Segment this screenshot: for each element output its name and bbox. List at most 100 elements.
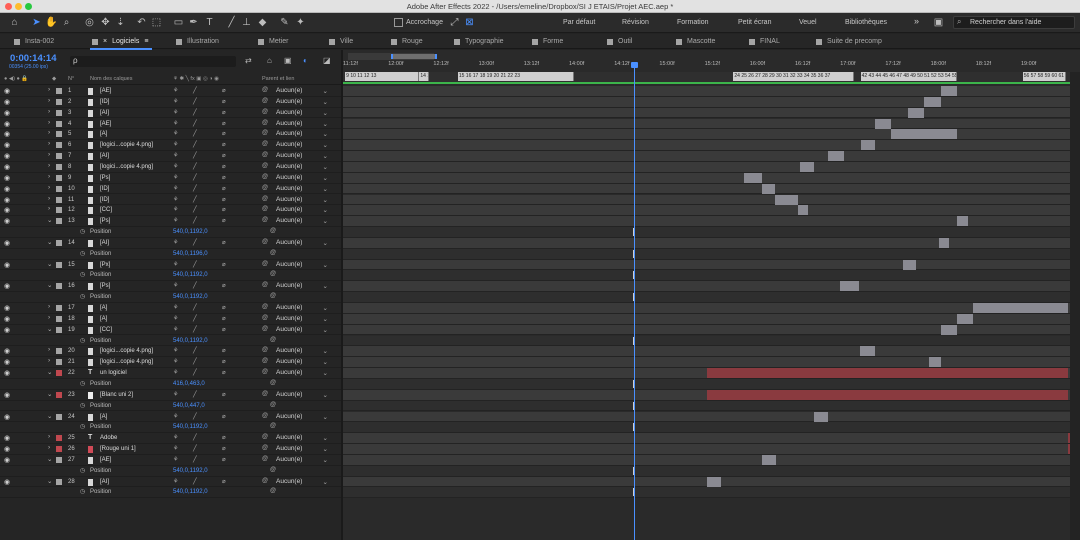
roto-icon[interactable]: ✎ bbox=[278, 16, 291, 29]
shy-switch-icon[interactable]: ⚘ bbox=[173, 120, 178, 127]
3d-layer-icon[interactable]: ⌀ bbox=[222, 152, 226, 159]
3d-layer-icon[interactable]: ⌀ bbox=[222, 185, 226, 192]
layer-duration-bar[interactable] bbox=[891, 129, 957, 140]
layer-row[interactable]: ◉ ⌄ 22 Tun logiciel ⚘ ╱ ⌀ @ Aucun(e) ⌄ bbox=[0, 368, 341, 379]
expression-pickwhip-icon[interactable]: @ bbox=[270, 337, 276, 343]
expand-chevron-icon[interactable]: › bbox=[48, 119, 50, 126]
stopwatch-icon[interactable]: ◷ bbox=[80, 423, 85, 430]
layer-row[interactable]: ◉ ⌄ 24 [A] ⚘ ╱ ⌀ @ Aucun(e) ⌄ bbox=[0, 412, 341, 423]
shy-switch-icon[interactable]: ⚘ bbox=[173, 413, 178, 420]
layer-label-color[interactable] bbox=[56, 174, 62, 181]
visibility-eye-icon[interactable]: ◉ bbox=[4, 326, 10, 334]
pickwhip-icon[interactable]: @ bbox=[262, 445, 268, 451]
parent-dropdown[interactable]: Aucun(e) ⌄ bbox=[276, 315, 328, 324]
layer-row[interactable]: ◉ › 12 [CC] ⚘ ╱ ⌀ @ Aucun(e) ⌄ bbox=[0, 205, 341, 217]
hand-icon[interactable]: ✋ bbox=[45, 16, 58, 29]
layer-label-color[interactable] bbox=[56, 359, 62, 366]
expand-chevron-icon[interactable]: › bbox=[48, 346, 50, 353]
pickwhip-icon[interactable]: @ bbox=[262, 185, 268, 191]
shy-switch-icon[interactable]: ⚘ bbox=[173, 185, 178, 192]
quality-switch-icon[interactable]: ╱ bbox=[193, 358, 197, 365]
quality-switch-icon[interactable]: ╱ bbox=[193, 282, 197, 289]
pickwhip-icon[interactable]: @ bbox=[262, 347, 268, 353]
stopwatch-icon[interactable]: ◷ bbox=[80, 228, 85, 235]
layer-duration-bar[interactable] bbox=[928, 357, 941, 368]
layer-label-color[interactable] bbox=[56, 109, 62, 116]
time-navigator-handle[interactable] bbox=[391, 54, 437, 59]
quality-switch-icon[interactable]: ╱ bbox=[193, 304, 197, 311]
property-value[interactable]: 540,0,1192,0 bbox=[173, 489, 208, 495]
visibility-eye-icon[interactable]: ◉ bbox=[4, 109, 10, 117]
shy-switch-icon[interactable]: ⚘ bbox=[173, 282, 178, 289]
workspace-default[interactable]: Par défaut bbox=[563, 19, 595, 26]
layer-label-color[interactable] bbox=[56, 185, 62, 192]
layer-row[interactable]: ◉ ⌄ 28 [AI] ⚘ ╱ ⌀ @ Aucun(e) ⌄ bbox=[0, 477, 341, 488]
layer-row[interactable]: ◉ ⌄ 27 [AE] ⚘ ╱ ⌀ @ Aucun(e) ⌄ bbox=[0, 455, 341, 466]
stopwatch-icon[interactable]: ◷ bbox=[80, 271, 85, 278]
layer-row[interactable]: ◉ › 21 [logici...copie 4.png] ⚘ ╱ ⌀ @ Aucun(e) ⌄ bbox=[0, 357, 341, 369]
quality-switch-icon[interactable]: ╱ bbox=[193, 445, 197, 452]
layer-row[interactable]: ◉ › 1 [AE] ⚘ ╱ ⌀ @ Aucun(e) ⌄ bbox=[0, 86, 341, 97]
snap-option-icon[interactable]: ⤢ bbox=[448, 16, 461, 29]
quality-switch-icon[interactable]: ╱ bbox=[193, 239, 197, 246]
3d-layer-icon[interactable]: ⌀ bbox=[222, 304, 226, 311]
brush-icon[interactable]: ╱ bbox=[225, 16, 238, 29]
3d-layer-icon[interactable]: ⌀ bbox=[222, 326, 226, 333]
pickwhip-icon[interactable]: @ bbox=[262, 413, 268, 419]
collapse-chevron-icon[interactable]: ⌄ bbox=[47, 216, 52, 224]
layer-row[interactable]: ◉ ⌄ 13 [Ps] ⚘ ╱ ⌀ @ Aucun(e) ⌄ bbox=[0, 216, 341, 227]
layer-name[interactable]: [ID] bbox=[100, 197, 109, 203]
layer-label-color[interactable] bbox=[56, 153, 62, 160]
collapse-chevron-icon[interactable]: ⌄ bbox=[47, 412, 52, 420]
collapse-chevron-icon[interactable]: ⌄ bbox=[47, 390, 52, 398]
layer-row[interactable]: ◉ › 4 [AE] ⚘ ╱ ⌀ @ Aucun(e) ⌄ bbox=[0, 119, 341, 130]
shy-switch-icon[interactable]: ⚘ bbox=[173, 217, 178, 224]
quality-switch-icon[interactable]: ╱ bbox=[193, 413, 197, 420]
parent-dropdown[interactable]: Aucun(e) ⌄ bbox=[276, 391, 328, 400]
quality-switch-icon[interactable]: ╱ bbox=[193, 315, 197, 322]
collapse-chevron-icon[interactable]: ⌄ bbox=[47, 455, 52, 463]
collapse-chevron-icon[interactable]: ⌄ bbox=[47, 238, 52, 246]
layer-duration-bar[interactable] bbox=[940, 324, 957, 335]
layer-label-color[interactable] bbox=[56, 218, 62, 225]
layer-label-color[interactable] bbox=[56, 446, 62, 453]
property-row[interactable]: ◷ Position 540,0,447,0 @ bbox=[0, 401, 341, 412]
parent-dropdown[interactable]: Aucun(e) ⌄ bbox=[276, 163, 328, 172]
parent-dropdown[interactable]: Aucun(e) ⌄ bbox=[276, 347, 328, 356]
work-area-bar[interactable] bbox=[343, 82, 1070, 84]
layer-row[interactable]: ◉ › 6 [logici...copie 4.png] ⚘ ╱ ⌀ @ Aucun(e) ⌄ bbox=[0, 140, 341, 152]
layer-label-color[interactable] bbox=[56, 239, 62, 246]
layer-name[interactable]: [logici...copie 4.png] bbox=[100, 142, 153, 148]
layer-label-color[interactable] bbox=[56, 207, 62, 214]
layer-name[interactable]: [Ps] bbox=[100, 283, 110, 289]
property-row[interactable]: ◷ Position 540,0,1192,0 @ bbox=[0, 270, 341, 282]
expand-chevron-icon[interactable]: › bbox=[48, 205, 50, 212]
expand-chevron-icon[interactable]: › bbox=[48, 357, 50, 364]
collapse-chevron-icon[interactable]: ⌄ bbox=[47, 368, 52, 376]
visibility-eye-icon[interactable]: ◉ bbox=[4, 98, 10, 106]
layer-row[interactable]: ◉ ⌄ 15 [Px] ⚘ ╱ ⌀ @ Aucun(e) ⌄ bbox=[0, 260, 341, 271]
parent-dropdown[interactable]: Aucun(e) ⌄ bbox=[276, 109, 328, 118]
shy-switch-icon[interactable]: ⚘ bbox=[173, 391, 178, 398]
parent-dropdown[interactable]: Aucun(e) ⌄ bbox=[276, 141, 328, 150]
layer-label-color[interactable] bbox=[56, 456, 62, 463]
3d-layer-icon[interactable]: ⌀ bbox=[222, 261, 226, 268]
pickwhip-icon[interactable]: @ bbox=[262, 87, 268, 93]
layer-row[interactable]: ◉ › 17 [A] ⚘ ╱ ⌀ @ Aucun(e) ⌄ bbox=[0, 303, 341, 314]
current-time[interactable]: 0:00:14:14 bbox=[10, 53, 56, 64]
shy-switch-icon[interactable]: ⚘ bbox=[173, 456, 178, 463]
layer-name[interactable]: [CC] bbox=[100, 207, 112, 213]
quality-switch-icon[interactable]: ╱ bbox=[193, 185, 197, 192]
3d-layer-icon[interactable]: ⌀ bbox=[222, 391, 226, 398]
visibility-eye-icon[interactable]: ◉ bbox=[4, 163, 10, 171]
layer-label-color[interactable] bbox=[56, 305, 62, 311]
visibility-eye-icon[interactable]: ◉ bbox=[4, 347, 10, 355]
layer-label-color[interactable] bbox=[56, 283, 62, 290]
quality-switch-icon[interactable]: ╱ bbox=[193, 369, 197, 376]
quality-switch-icon[interactable]: ╱ bbox=[193, 98, 197, 105]
layer-name[interactable]: [ID] bbox=[100, 99, 109, 105]
parent-dropdown[interactable]: Aucun(e) ⌄ bbox=[276, 358, 328, 367]
layer-name[interactable]: [logici...copie 4.png] bbox=[100, 359, 153, 365]
layer-name[interactable]: [AI] bbox=[100, 240, 109, 246]
parent-dropdown[interactable]: Aucun(e) ⌄ bbox=[276, 152, 328, 161]
